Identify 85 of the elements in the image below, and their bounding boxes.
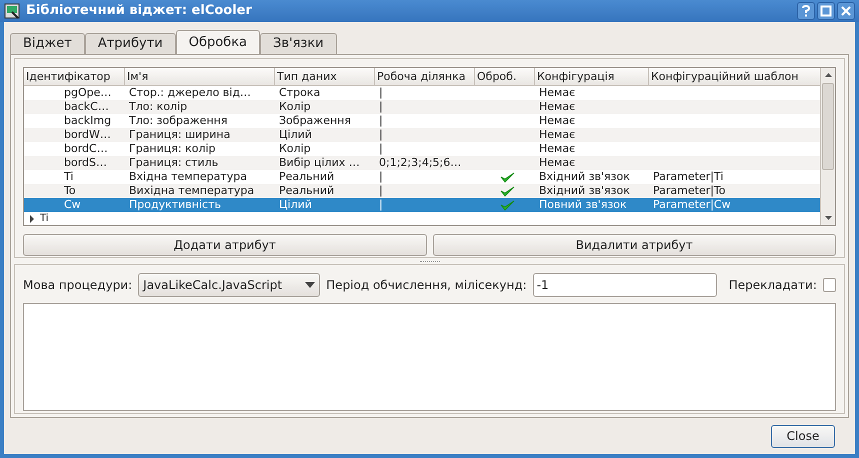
table-cell-text: Cw xyxy=(63,198,82,212)
table-cell-text: Вхідний зв'язок xyxy=(538,170,631,184)
table-row[interactable]: To Вихідна температура Реальний | Вхідний зв'язок Parameter|To xyxy=(24,184,820,198)
table-row[interactable]: Cw Продуктивність Цілий | Повний зв'язок Parameter|Cw xyxy=(24,198,820,212)
maximize-button[interactable] xyxy=(817,2,835,20)
window-title: Бібліотечний віджет: elCooler xyxy=(26,2,253,20)
table-cell-text: Повний зв'язок xyxy=(538,198,628,212)
table-cell-text: backC… xyxy=(63,100,110,114)
close-button[interactable] xyxy=(837,2,855,20)
dropdown-arrow-icon xyxy=(305,282,316,288)
period-field[interactable]: -1 xyxy=(532,273,717,297)
tab[interactable]: Віджет xyxy=(10,33,85,54)
close-button[interactable]: Close xyxy=(771,424,835,448)
tab[interactable]: Атрибути xyxy=(84,33,176,54)
table-cell-text: Parameter|Ti xyxy=(652,170,724,184)
help-button[interactable] xyxy=(797,2,815,20)
table-cell-text: Немає xyxy=(538,142,576,156)
table-cell-text: bordC… xyxy=(63,142,109,156)
table-row[interactable]: bordW… Границя: ширина Цілий | Немає xyxy=(24,128,820,142)
table-cell-text: Тло: колір xyxy=(128,100,188,114)
table-cell-text: Зображення xyxy=(278,114,352,128)
table-cell-text: Ti xyxy=(63,170,74,184)
column-header[interactable]: Тип даних xyxy=(275,68,375,85)
language-dropdown[interactable]: JavaLikeCalc.JavaScript xyxy=(138,273,320,297)
table-cell-text: Строка xyxy=(278,86,322,100)
table-cell-text: | xyxy=(378,198,384,212)
field-label: Мова процедури: xyxy=(23,277,132,294)
tab[interactable]: Зв'язки xyxy=(260,33,337,54)
column-header[interactable]: Конфігурація xyxy=(535,68,649,85)
scrollbar[interactable] xyxy=(820,68,835,225)
table-cell-text: Parameter|To xyxy=(652,184,727,198)
table-cell-text: Цілий xyxy=(278,128,313,142)
table-cell-text: | xyxy=(378,86,384,100)
table-cell-text: Вхідний зв'язок xyxy=(538,184,631,198)
table-cell-text: bordW… xyxy=(63,128,112,142)
table-cell-text: Вхідна температура xyxy=(128,170,248,184)
table-cell-text: Продуктивність xyxy=(128,198,222,212)
table-cell-text: Границя: стиль xyxy=(128,156,220,170)
column-header[interactable]: Робоча ділянка xyxy=(375,68,475,85)
table-cell-text: Немає xyxy=(538,128,576,142)
table-cell-text: Стор.: джерело від… xyxy=(128,86,252,100)
table-cell-text: Немає xyxy=(538,114,576,128)
scroll-down-arrow-icon[interactable] xyxy=(825,216,832,220)
table-cell-text: Немає xyxy=(538,86,576,100)
app-icon xyxy=(4,3,20,19)
table-cell-text: bordS… xyxy=(63,156,108,170)
table-row[interactable]: bordS… Границя: стиль Вибір цілих … 0;1;2;3;4;5;6… Немає xyxy=(24,156,820,170)
table-cell-text: | xyxy=(378,170,384,184)
table-cell-text: Тло: зображення xyxy=(128,114,228,128)
table-cell-text: Границя: колір xyxy=(128,142,217,156)
table-cell-text: Колір xyxy=(278,142,312,156)
table-cell-text: backImg xyxy=(63,114,112,128)
maximize-icon xyxy=(818,3,834,19)
table-cell-text: Реальний xyxy=(278,170,336,184)
column-header[interactable]: Оброб. xyxy=(475,68,535,85)
table-cell-text: | xyxy=(378,100,384,114)
table-cell-text: | xyxy=(378,184,384,198)
expand-arrow-icon[interactable] xyxy=(28,214,36,222)
translate-checkbox[interactable] xyxy=(822,278,836,292)
table-cell-text: | xyxy=(378,142,384,156)
scroll-up-arrow-icon[interactable] xyxy=(825,73,832,77)
field-label: Перекладати: xyxy=(728,277,817,294)
table-cell-text: | xyxy=(378,128,384,142)
column-header[interactable]: Ім'я xyxy=(125,68,275,85)
field-label: Період обчислення, мілісекунд: xyxy=(326,277,527,294)
splitter-handle[interactable] xyxy=(420,260,440,262)
table-cell-text: To xyxy=(63,184,77,198)
tree-item[interactable]: Ti xyxy=(40,212,49,224)
tab[interactable]: Обробка xyxy=(176,30,260,54)
action-button[interactable]: Додати атрибут xyxy=(23,234,426,256)
table-cell-text: Вихідна температура xyxy=(128,184,256,198)
table-cell-text: 0;1;2;3;4;5;6… xyxy=(378,156,462,170)
table-cell-text: Немає xyxy=(538,156,576,170)
table-cell-text: | xyxy=(378,114,384,128)
table-cell-text: pgOpe… xyxy=(63,86,112,100)
column-header[interactable]: Ідентифікатор xyxy=(24,68,125,85)
table-cell-text: Немає xyxy=(538,100,576,114)
table-row[interactable]: backC… Тло: колір Колір | Немає xyxy=(24,100,820,114)
table-cell-text: Вибір цілих … xyxy=(278,156,361,170)
table-cell-text: Границя: ширина xyxy=(128,128,232,142)
table-cell-text: Parameter|Cw xyxy=(652,198,732,212)
table-cell-text: Реальний xyxy=(278,184,336,198)
table-cell-text: Колір xyxy=(278,100,312,114)
table-cell-text: Цілий xyxy=(278,198,313,212)
action-button[interactable]: Видалити атрибут xyxy=(432,234,836,256)
